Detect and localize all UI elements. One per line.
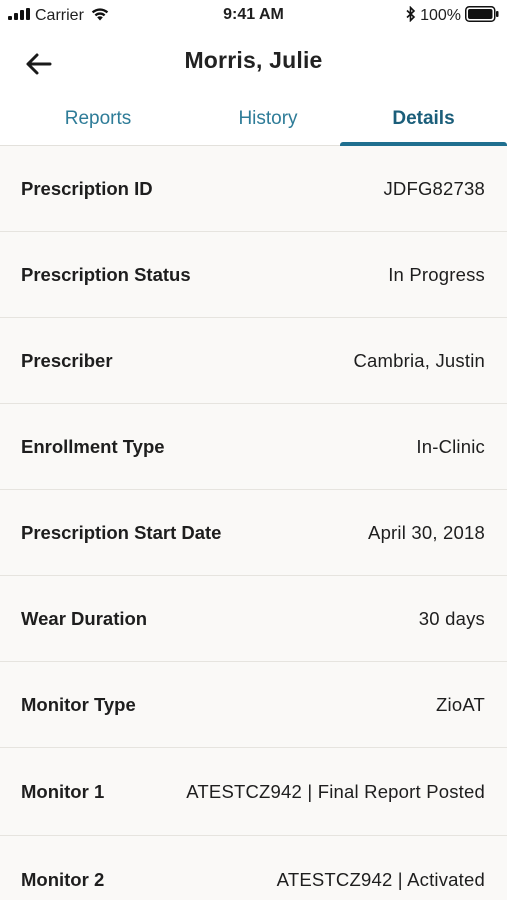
battery-icon (465, 5, 499, 27)
detail-row-start-date: Prescription Start Date April 30, 2018 (0, 490, 507, 576)
page-title: Morris, Julie (184, 47, 323, 73)
detail-row-prescription-status: Prescription Status In Progress (0, 232, 507, 318)
detail-label: Enrollment Type (21, 435, 165, 457)
detail-label: Prescription Status (21, 263, 191, 285)
detail-value: Cambria, Justin (353, 349, 485, 371)
detail-value: In-Clinic (416, 435, 485, 457)
bluetooth-icon (406, 5, 416, 27)
detail-label: Prescriber (21, 349, 113, 371)
detail-label: Prescription ID (21, 177, 153, 199)
detail-value: ATESTCZ942 | Activated (276, 868, 485, 890)
detail-row-monitor-2[interactable]: Monitor 2 ATESTCZ942 | Activated (0, 836, 507, 900)
detail-value: April 30, 2018 (368, 521, 485, 543)
status-right: 100% (406, 5, 499, 27)
detail-value: 30 days (418, 607, 485, 629)
tab-details[interactable]: Details (340, 92, 507, 147)
detail-row-prescriber: Prescriber Cambria, Justin (0, 318, 507, 404)
details-list: Prescription ID JDFG82738 Prescription S… (0, 146, 507, 900)
tab-bar: Reports History Details (0, 92, 507, 147)
detail-row-monitor-type: Monitor Type ZioAT (0, 662, 507, 748)
status-bar: Carrier 9:41 AM 100% (0, 0, 507, 32)
tab-history[interactable]: History (196, 92, 340, 146)
detail-label: Prescription Start Date (21, 521, 222, 543)
detail-label: Monitor 1 (21, 780, 105, 802)
detail-label: Monitor Type (21, 693, 136, 715)
detail-row-monitor-1[interactable]: Monitor 1 ATESTCZ942 | Final Report Post… (0, 748, 507, 836)
detail-row-enrollment-type: Enrollment Type In-Clinic (0, 404, 507, 490)
battery-percent: 100% (420, 7, 461, 24)
detail-row-prescription-id: Prescription ID JDFG82738 (0, 146, 507, 232)
detail-label: Wear Duration (21, 607, 148, 629)
detail-value: JDFG82738 (383, 177, 485, 199)
detail-label: Monitor 2 (21, 868, 105, 890)
detail-value: ATESTCZ942 | Final Report Posted (186, 780, 485, 802)
tab-reports[interactable]: Reports (0, 92, 196, 146)
detail-value: In Progress (388, 263, 485, 285)
detail-value: ZioAT (436, 693, 485, 715)
detail-row-wear-duration: Wear Duration 30 days (0, 576, 507, 662)
navigation-bar: Morris, Julie (0, 32, 507, 92)
